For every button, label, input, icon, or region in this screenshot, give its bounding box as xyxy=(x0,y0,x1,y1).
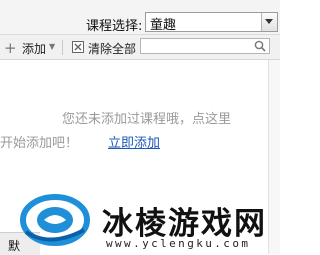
add-now-link[interactable]: 立即添加 xyxy=(108,132,160,151)
add-button[interactable]: 添加 xyxy=(22,40,46,57)
chevron-down-icon xyxy=(265,19,273,24)
search-icon[interactable] xyxy=(254,40,266,52)
course-select-label: 课程选择: xyxy=(86,19,143,34)
watermark-url: www.yclengku.com xyxy=(106,237,251,250)
toolbar: + 添加 ▼ 清除全部 xyxy=(0,35,280,60)
watermark-logo-icon xyxy=(20,194,90,246)
search-input[interactable] xyxy=(140,38,270,54)
clear-all-button[interactable]: 清除全部 xyxy=(88,40,136,57)
empty-hint-line1: 您还未添加过课程哦，点这里 xyxy=(62,112,232,127)
footer-tab-label: 默 xyxy=(8,239,21,253)
delete-icon[interactable] xyxy=(72,41,84,53)
course-select-value: 童趣 xyxy=(150,18,177,33)
caret-down-icon[interactable]: ▼ xyxy=(49,42,55,51)
plus-icon[interactable]: + xyxy=(4,39,17,57)
toolbar-divider xyxy=(62,40,63,55)
empty-hint-line2: 开始添加吧！ xyxy=(0,136,79,151)
course-header: 课程选择: 童趣 xyxy=(0,0,280,35)
course-select[interactable]: 童趣 xyxy=(145,12,278,33)
course-select-dropdown-button[interactable] xyxy=(261,13,277,31)
vertical-scrollbar[interactable] xyxy=(268,60,280,254)
